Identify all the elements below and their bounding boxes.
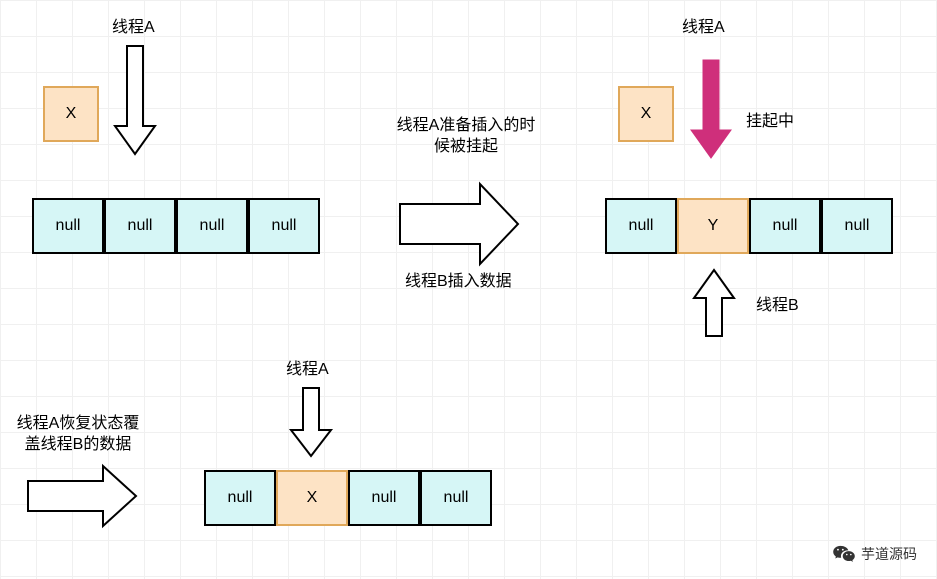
floating-x-box-1: X	[43, 86, 99, 142]
cell-text: null	[56, 217, 81, 235]
cell-r2-3: null	[821, 198, 893, 254]
cell-r1-0: null	[32, 198, 104, 254]
thread-b-label: 线程B	[756, 296, 799, 317]
cell-r3-1: X	[276, 470, 348, 526]
arrow-right-hollow	[400, 184, 520, 264]
wechat-icon	[833, 545, 855, 563]
cell-r2-2: null	[749, 198, 821, 254]
bottom-left-label: 线程A恢复状态覆盖线程B的数据	[13, 414, 143, 456]
arrow-down-solid-pink	[691, 60, 731, 160]
cell-r1-2: null	[176, 198, 248, 254]
watermark: 芋道源码	[833, 544, 917, 564]
floating-x-box-2: X	[618, 86, 674, 142]
suspended-label: 挂起中	[746, 112, 794, 133]
cell-text: null	[272, 217, 297, 235]
cell-text: null	[200, 217, 225, 235]
cell-r2-1: Y	[677, 198, 749, 254]
cell-text: null	[228, 489, 253, 507]
thread-a-label-2: 线程A	[682, 18, 725, 39]
arrow-down-hollow-2	[291, 388, 331, 458]
watermark-text: 芋道源码	[861, 544, 917, 564]
cell-text: X	[307, 489, 318, 507]
arrow-right-hollow-2	[28, 466, 138, 526]
cell-r1-3: null	[248, 198, 320, 254]
cell-r3-0: null	[204, 470, 276, 526]
thread-a-label-1: 线程A	[112, 18, 155, 39]
arrow-down-hollow-1	[115, 46, 155, 156]
x-text: X	[641, 105, 652, 123]
middle-arrow-bottom-label: 线程B插入数据	[405, 272, 512, 293]
x-text: X	[66, 105, 77, 123]
cell-r3-2: null	[348, 470, 420, 526]
thread-a-label-3: 线程A	[286, 360, 329, 381]
cell-text: Y	[708, 217, 719, 235]
cell-text: null	[773, 217, 798, 235]
cell-r3-3: null	[420, 470, 492, 526]
middle-arrow-top-label: 线程A准备插入的时候被挂起	[391, 116, 541, 158]
cell-text: null	[372, 489, 397, 507]
cell-text: null	[845, 217, 870, 235]
cell-text: null	[444, 489, 469, 507]
arrow-up-hollow	[694, 268, 734, 338]
diagram-canvas: 线程A X null null null null 线程A准备插入的时候被挂起 …	[0, 0, 937, 579]
cell-text: null	[128, 217, 153, 235]
cell-text: null	[629, 217, 654, 235]
cell-r2-0: null	[605, 198, 677, 254]
cell-r1-1: null	[104, 198, 176, 254]
